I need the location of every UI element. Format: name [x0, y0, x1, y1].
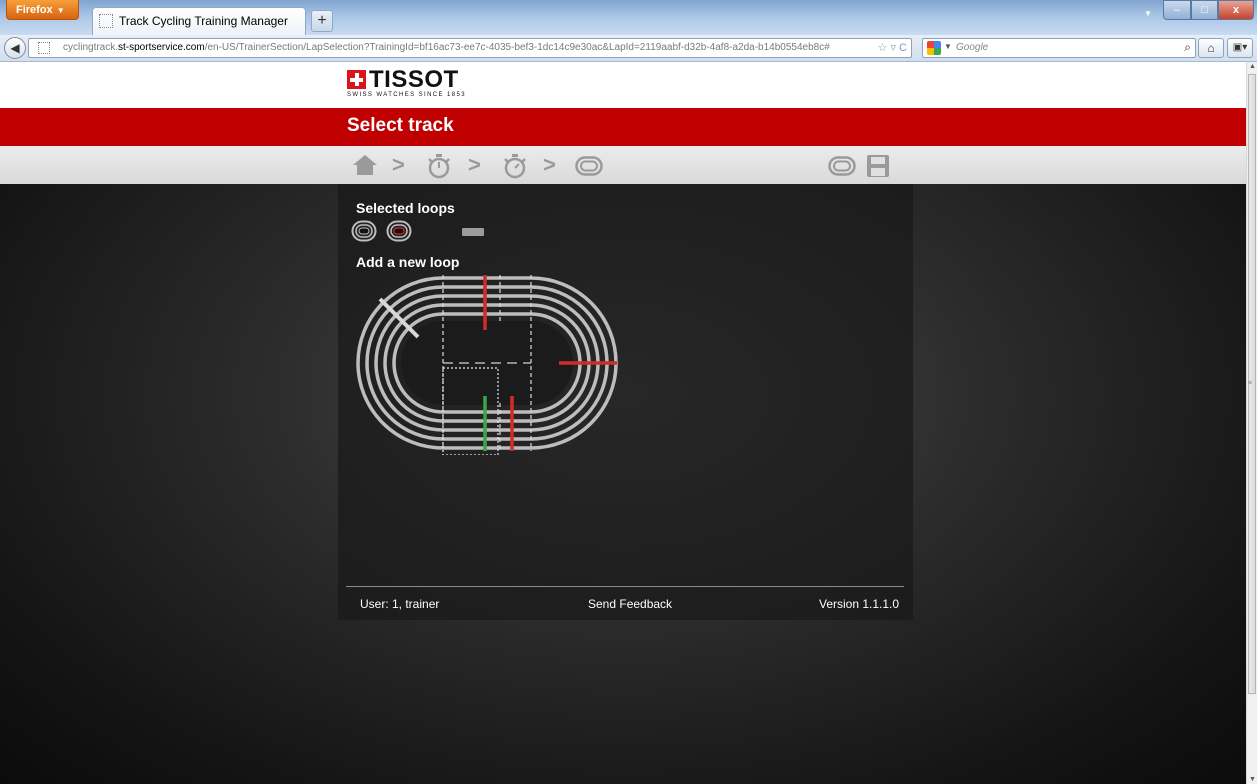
address-bar[interactable]: cyclingtrack.st-sportservice.com/en-US/T… [28, 38, 912, 58]
url-text: cyclingtrack.st-sportservice.com/en-US/T… [63, 42, 830, 53]
chevron-down-icon: ▼ [944, 42, 952, 51]
house-icon: ⌂ [1207, 41, 1215, 55]
search-box[interactable]: ▼ Google ⌕ [922, 38, 1196, 58]
browser-titlebar: Firefox ▼ Track Cycling Training Manager … [0, 0, 1257, 35]
google-icon[interactable] [927, 41, 941, 55]
version-label: Version 1.1.1.0 [819, 597, 900, 611]
minimize-button[interactable]: ‒ [1163, 0, 1191, 20]
breadcrumb-separator: > [543, 152, 556, 177]
grip-icon: ≡ [1248, 380, 1253, 387]
dropdown-icon[interactable]: ▿ [890, 42, 896, 54]
new-tab-button[interactable]: + [311, 10, 333, 32]
loop-panel: Selected loops Add a new loop User: 1, t… [338, 184, 913, 620]
scroll-up-icon[interactable]: ▲ [1249, 63, 1256, 70]
send-feedback-link[interactable]: Send Feedback [588, 597, 672, 611]
tab-title: Track Cycling Training Manager [119, 14, 288, 28]
browser-navbar: ◀ cyclingtrack.st-sportservice.com/en-US… [0, 35, 1257, 62]
loop-icon[interactable] [575, 156, 603, 176]
favicon-icon [99, 14, 113, 28]
breadcrumb-separator: > [468, 152, 481, 177]
vertical-scrollbar[interactable]: ▲ ≡ ▼ [1246, 62, 1257, 784]
swiss-cross-icon [347, 70, 366, 89]
track-infield [401, 321, 573, 405]
add-loop-title: Add a new loop [356, 254, 460, 270]
page-content: TISSOT SWISS WATCHES SINCE 1853 Select t… [0, 62, 1246, 784]
page-icon [38, 42, 50, 54]
footer-divider [346, 586, 904, 587]
url-tools: ☆ ▿ C [878, 41, 907, 54]
arrow-left-icon: ◀ [10, 41, 20, 55]
firefox-menu-label: Firefox [16, 4, 53, 16]
tissot-logo: TISSOT SWISS WATCHES SINCE 1853 [347, 66, 547, 103]
selected-loops-title: Selected loops [356, 200, 455, 216]
loop-icon[interactable] [828, 156, 856, 176]
chevron-down-icon: ▼ [56, 6, 65, 15]
firefox-menu-button[interactable]: Firefox ▼ [6, 0, 79, 20]
selected-loop-icon[interactable] [386, 220, 412, 242]
bookmarks-button[interactable]: ▣▾ [1227, 38, 1253, 58]
page-title: Select track [347, 115, 454, 136]
home-icon[interactable] [352, 153, 378, 177]
maximize-button[interactable]: □ [1191, 0, 1218, 20]
logo-brand: TISSOT [369, 66, 459, 93]
star-icon[interactable]: ☆ [878, 42, 888, 54]
breadcrumb: > > > [0, 146, 1246, 184]
user-label: User: 1, trainer [360, 597, 440, 611]
back-button[interactable]: ◀ [4, 37, 26, 59]
selected-loop-icon[interactable] [351, 220, 377, 242]
browser-tab[interactable]: Track Cycling Training Manager [92, 7, 306, 35]
search-icon[interactable]: ⌕ [1184, 40, 1191, 55]
track-selector[interactable] [355, 275, 620, 455]
close-window-button[interactable]: x [1218, 0, 1254, 20]
reload-icon[interactable]: C [899, 42, 907, 54]
url-path: /en-US/TrainerSection/LapSelection?Train… [204, 42, 830, 53]
background-stage: Selected loops Add a new loop User: 1, t… [0, 184, 1246, 784]
breadcrumb-separator: > [392, 152, 405, 177]
search-placeholder: Google [956, 42, 989, 53]
title-bar: Select track [0, 108, 1246, 146]
home-button[interactable]: ⌂ [1198, 38, 1224, 58]
remove-loop-button[interactable] [462, 228, 484, 236]
bookmarks-icon: ▣▾ [1232, 42, 1248, 53]
url-domain: st-sportservice.com [118, 42, 205, 53]
stopwatch-icon[interactable] [502, 153, 528, 179]
url-prefix: cyclingtrack. [63, 42, 119, 53]
stopwatch-icon[interactable] [426, 153, 452, 179]
save-icon[interactable] [866, 154, 890, 178]
tab-list-icon[interactable]: ▼ [1144, 9, 1152, 18]
scroll-down-icon[interactable]: ▼ [1249, 776, 1256, 783]
logo-tagline: SWISS WATCHES SINCE 1853 [347, 92, 466, 98]
